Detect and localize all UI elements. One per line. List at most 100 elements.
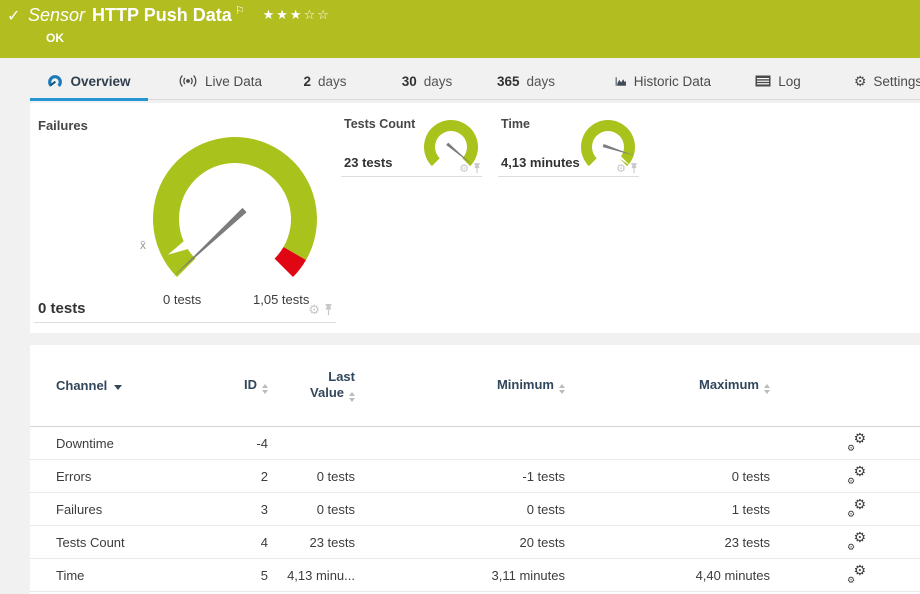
- tab-30-days-number: 30: [402, 74, 417, 89]
- gauge-scale-min: 0 tests: [163, 292, 201, 307]
- tab-30-days[interactable]: 30 days: [397, 62, 457, 100]
- channel-name: Tests Count: [56, 535, 216, 550]
- column-header-maximum[interactable]: Maximum: [565, 377, 770, 394]
- tab-log[interactable]: Log: [748, 62, 808, 100]
- tab-2-days-word: days: [318, 74, 347, 89]
- gauge-tools-tests-count: ⚙: [459, 162, 481, 175]
- channel-settings-icon[interactable]: ⚙⚙: [846, 567, 866, 583]
- tab-settings[interactable]: ⚙ Settings: [853, 62, 920, 100]
- column-header-channel-label: Channel: [56, 378, 107, 393]
- status-ok-check-icon: ✓: [7, 6, 20, 26]
- gauge-title-failures: Failures: [38, 118, 88, 133]
- gauge-scale-max: 1,05 tests: [253, 292, 309, 307]
- tab-2-days-number: 2: [303, 74, 311, 89]
- gauge-value-failures: 0 tests: [38, 300, 86, 317]
- column-header-last-value[interactable]: Last Value: [268, 369, 355, 402]
- table-row-failures: Failures 3 0 tests 0 tests 1 tests ⚙⚙: [30, 493, 920, 526]
- channel-last-value: 0 tests: [268, 502, 355, 517]
- tab-overview-label: Overview: [70, 74, 130, 89]
- gauge-gear-icon[interactable]: ⚙: [459, 162, 469, 175]
- gauge-title-tests-count: Tests Count: [344, 117, 415, 131]
- column-header-last-label: Last: [268, 369, 355, 385]
- channel-settings-icon[interactable]: ⚙⚙: [846, 435, 866, 451]
- channel-name: Time: [56, 568, 216, 583]
- column-header-maximum-label: Maximum: [699, 377, 759, 392]
- average-marker-label: x̄: [140, 238, 146, 252]
- sensor-header-bar: ✓ Sensor HTTP Push Data⚐ ★★★☆☆ OK: [0, 0, 920, 58]
- tab-historic-data-label: Historic Data: [634, 74, 711, 89]
- gauge-pin-icon[interactable]: [630, 163, 638, 174]
- channel-maximum: 1 tests: [565, 502, 770, 517]
- channel-minimum: -1 tests: [355, 469, 565, 484]
- channel-id: 4: [216, 535, 268, 550]
- gauge-value-tests-count: 23 tests: [344, 155, 392, 170]
- gauge-gear-icon[interactable]: ⚙: [616, 162, 626, 175]
- flag-icon[interactable]: ⚐: [235, 5, 245, 17]
- tab-live-data[interactable]: Live Data: [175, 62, 265, 100]
- sort-icon: [764, 384, 770, 394]
- tab-live-data-label: Live Data: [205, 74, 262, 89]
- channel-table-panel: Channel ID Last Value Minimum Maximum Do…: [30, 345, 920, 594]
- table-row-tests-count: Tests Count 4 23 tests 20 tests 23 tests…: [30, 526, 920, 559]
- gauge-icon: [47, 74, 63, 89]
- gauge-card-failures: Failures x̄ 0 tests 1,05 tests 0 tests ⚙: [34, 110, 336, 323]
- column-header-id-label: ID: [244, 377, 257, 392]
- sensor-status-text: OK: [46, 31, 64, 45]
- channel-minimum: 3,11 minutes: [355, 568, 565, 583]
- column-header-id[interactable]: ID: [216, 377, 268, 394]
- tab-365-days-number: 365: [497, 74, 520, 89]
- column-header-value-label: Value: [310, 385, 344, 400]
- channel-id: 5: [216, 568, 268, 583]
- tab-settings-label: Settings: [873, 74, 920, 89]
- object-kind-label: Sensor: [28, 5, 85, 25]
- failures-gauge: [130, 124, 330, 290]
- channel-minimum: 0 tests: [355, 502, 565, 517]
- sort-desc-icon: [114, 385, 122, 390]
- channel-name: Downtime: [56, 436, 216, 451]
- channel-last-value: 4,13 minu...: [268, 568, 355, 583]
- gauge-value-time: 4,13 minutes: [501, 155, 580, 170]
- channel-settings-icon[interactable]: ⚙⚙: [846, 501, 866, 517]
- gauge-title-time: Time: [501, 117, 530, 131]
- gauge-card-tests-count: Tests Count 23 tests ⚙: [341, 112, 482, 177]
- tab-bar: Overview Live Data 2 days 30 days 365 da…: [30, 62, 920, 100]
- channel-name: Failures: [56, 502, 216, 517]
- priority-stars[interactable]: ★★★☆☆: [263, 7, 331, 22]
- tab-overview[interactable]: Overview: [30, 62, 148, 100]
- channel-maximum: 0 tests: [565, 469, 770, 484]
- channel-id: 3: [216, 502, 268, 517]
- channel-settings-icon[interactable]: ⚙⚙: [846, 534, 866, 550]
- tab-365-days[interactable]: 365 days: [496, 62, 556, 100]
- channel-last-value: 0 tests: [268, 469, 355, 484]
- channel-id: -4: [216, 436, 268, 451]
- sensor-name: HTTP Push Data: [92, 5, 232, 25]
- historic-chart-icon: [615, 75, 627, 88]
- channel-settings-icon[interactable]: ⚙⚙: [846, 468, 866, 484]
- sensor-title: Sensor HTTP Push Data⚐ ★★★☆☆: [28, 4, 331, 26]
- tab-2-days[interactable]: 2 days: [295, 62, 355, 100]
- log-list-icon: [755, 75, 771, 87]
- gauge-gear-icon[interactable]: ⚙: [308, 302, 320, 318]
- tab-365-days-word: days: [527, 74, 556, 89]
- settings-gear-icon: ⚙: [854, 73, 867, 90]
- broadcast-icon: [178, 74, 198, 88]
- table-row-downtime: Downtime -4 ⚙⚙: [30, 427, 920, 460]
- gauge-tools-failures: ⚙: [308, 302, 333, 318]
- gauge-pin-icon[interactable]: [473, 163, 481, 174]
- column-header-minimum-label: Minimum: [497, 377, 554, 392]
- column-header-channel[interactable]: Channel: [56, 378, 216, 393]
- table-row-errors: Errors 2 0 tests -1 tests 0 tests ⚙⚙: [30, 460, 920, 493]
- channel-id: 2: [216, 469, 268, 484]
- channel-name: Errors: [56, 469, 216, 484]
- gauge-tools-time: ⚙: [616, 162, 638, 175]
- column-header-minimum[interactable]: Minimum: [355, 377, 565, 394]
- tab-30-days-word: days: [424, 74, 453, 89]
- gauge-pin-icon[interactable]: [324, 304, 333, 316]
- channel-table-header: Channel ID Last Value Minimum Maximum: [30, 345, 920, 427]
- table-row-time: Time 5 4,13 minu... 3,11 minutes 4,40 mi…: [30, 559, 920, 592]
- gauges-panel: Failures x̄ 0 tests 1,05 tests 0 tests ⚙…: [30, 103, 920, 333]
- channel-maximum: 4,40 minutes: [565, 568, 770, 583]
- tab-historic-data[interactable]: Historic Data: [615, 62, 711, 100]
- gauge-card-time: Time 4,13 minutes ⚙: [498, 112, 639, 177]
- channel-last-value: 23 tests: [268, 535, 355, 550]
